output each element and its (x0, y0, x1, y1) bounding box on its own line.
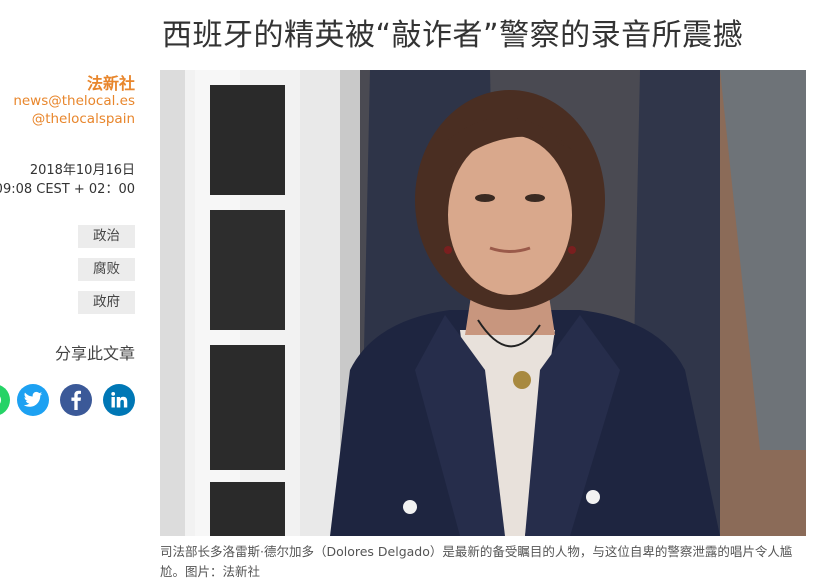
twitter-icon (23, 391, 43, 407)
tag-corruption[interactable]: 腐败 (78, 258, 135, 281)
author-twitter-link[interactable]: @thelocalspain (32, 111, 135, 127)
publish-date: 2018年10月16日 (29, 163, 135, 178)
publish-time: 09:08 CEST + 02：00 (0, 182, 135, 197)
facebook-icon (71, 390, 81, 410)
tag-government[interactable]: 政府 (78, 291, 135, 314)
author-name[interactable]: 法新社 (87, 70, 135, 94)
twitter-share-button[interactable] (17, 384, 49, 416)
whatsapp-share-button[interactable] (0, 384, 10, 416)
whatsapp-icon (0, 396, 1, 404)
linkedin-icon (111, 391, 128, 408)
facebook-share-button[interactable] (60, 384, 92, 416)
share-label: 分享此文章 (54, 344, 135, 363)
article-photo-illustration (160, 70, 806, 536)
tag-politics[interactable]: 政治 (78, 225, 135, 248)
author-email-link[interactable]: news@thelocal.es (13, 93, 135, 109)
article-photo (160, 70, 806, 536)
photo-caption: 司法部长多洛雷斯·德尔加多（Dolores Delgado）是最新的备受瞩目的人… (160, 544, 793, 579)
linkedin-share-button[interactable] (103, 384, 135, 416)
article-title: 西班牙的精英被“敲诈者”警察的录音所震撼 (162, 18, 744, 53)
